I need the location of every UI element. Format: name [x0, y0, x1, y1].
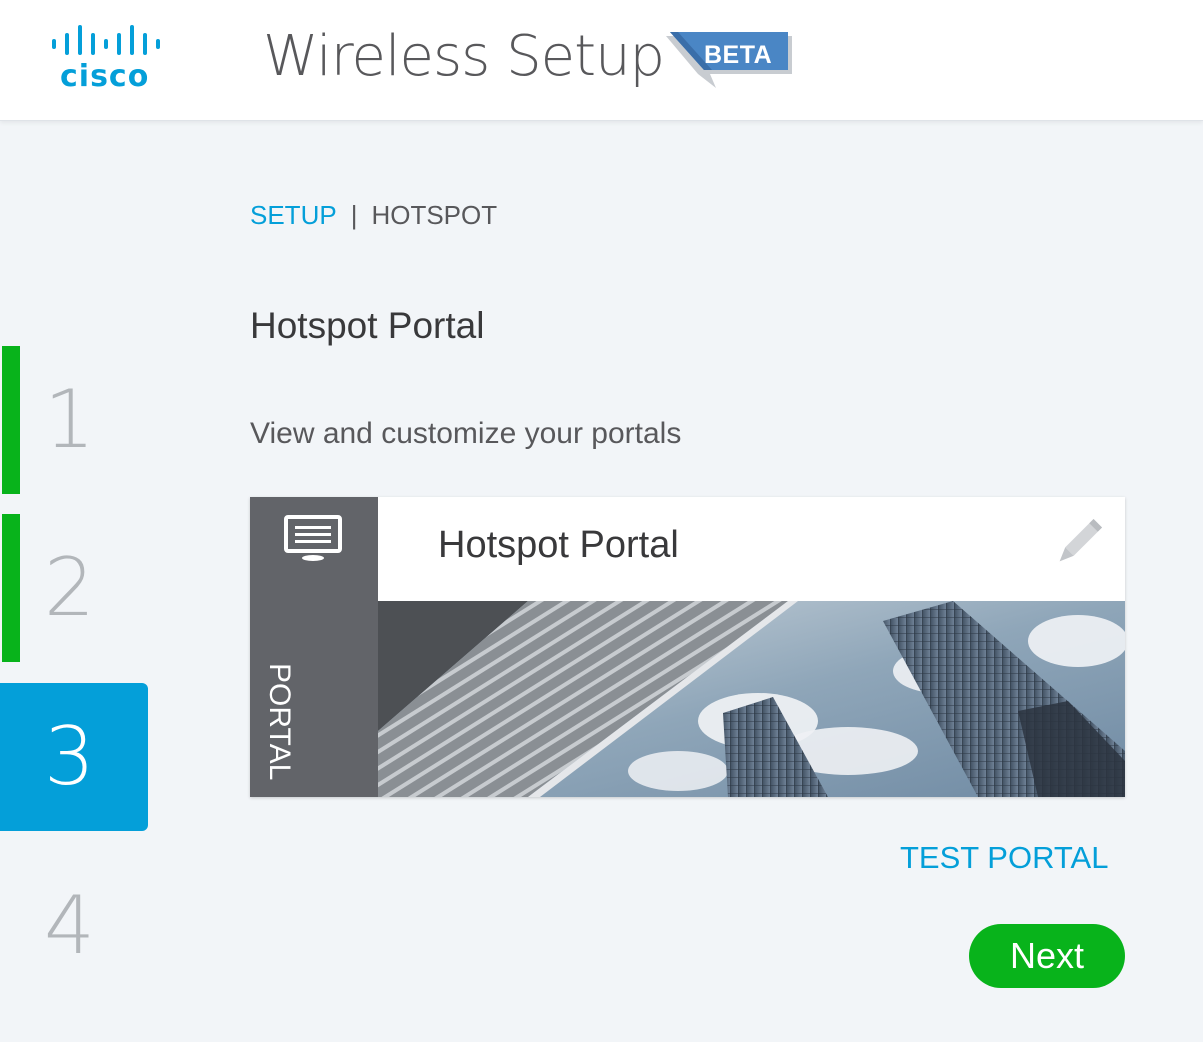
- cisco-wordmark: cisco: [60, 59, 150, 94]
- step-number: 4: [44, 879, 95, 972]
- breadcrumb-setup-link[interactable]: SETUP: [250, 200, 337, 230]
- pencil-icon[interactable]: [1052, 517, 1104, 569]
- portal-banner-image: [378, 601, 1125, 797]
- app-title: Wireless Setup: [263, 24, 665, 89]
- portal-card-header: Hotspot Portal: [378, 497, 1125, 601]
- monitor-icon: [284, 515, 342, 561]
- breadcrumb-separator: |: [350, 200, 358, 230]
- step-number: 2: [44, 541, 95, 634]
- step-1[interactable]: 1: [0, 346, 148, 494]
- step-complete-bar: [2, 514, 20, 662]
- cisco-bars-icon: [52, 25, 160, 55]
- breadcrumb: SETUP | HOTSPOT: [250, 198, 497, 232]
- portal-card-sidebar: PORTAL: [250, 497, 378, 797]
- next-button[interactable]: Next: [969, 924, 1125, 988]
- cisco-logo: cisco: [52, 24, 176, 96]
- test-portal-link[interactable]: TEST PORTAL: [900, 838, 1108, 878]
- portal-card[interactable]: PORTAL Hotspot Portal: [250, 497, 1125, 797]
- page-subtitle: View and customize your portals: [250, 417, 682, 450]
- app-header: cisco Wireless Setup BETA: [0, 0, 1203, 121]
- page-title: Hotspot Portal: [250, 305, 485, 346]
- step-4[interactable]: 4: [0, 852, 148, 1000]
- portal-card-title: Hotspot Portal: [438, 524, 679, 566]
- step-2[interactable]: 2: [0, 514, 148, 662]
- portal-type-label: PORTAL: [263, 663, 296, 781]
- beta-badge: BETA: [704, 41, 773, 69]
- step-complete-bar: [2, 346, 20, 494]
- step-number: 3: [44, 710, 95, 803]
- step-3[interactable]: 3: [0, 683, 148, 831]
- breadcrumb-current: HOTSPOT: [371, 200, 498, 230]
- step-number: 1: [44, 373, 95, 466]
